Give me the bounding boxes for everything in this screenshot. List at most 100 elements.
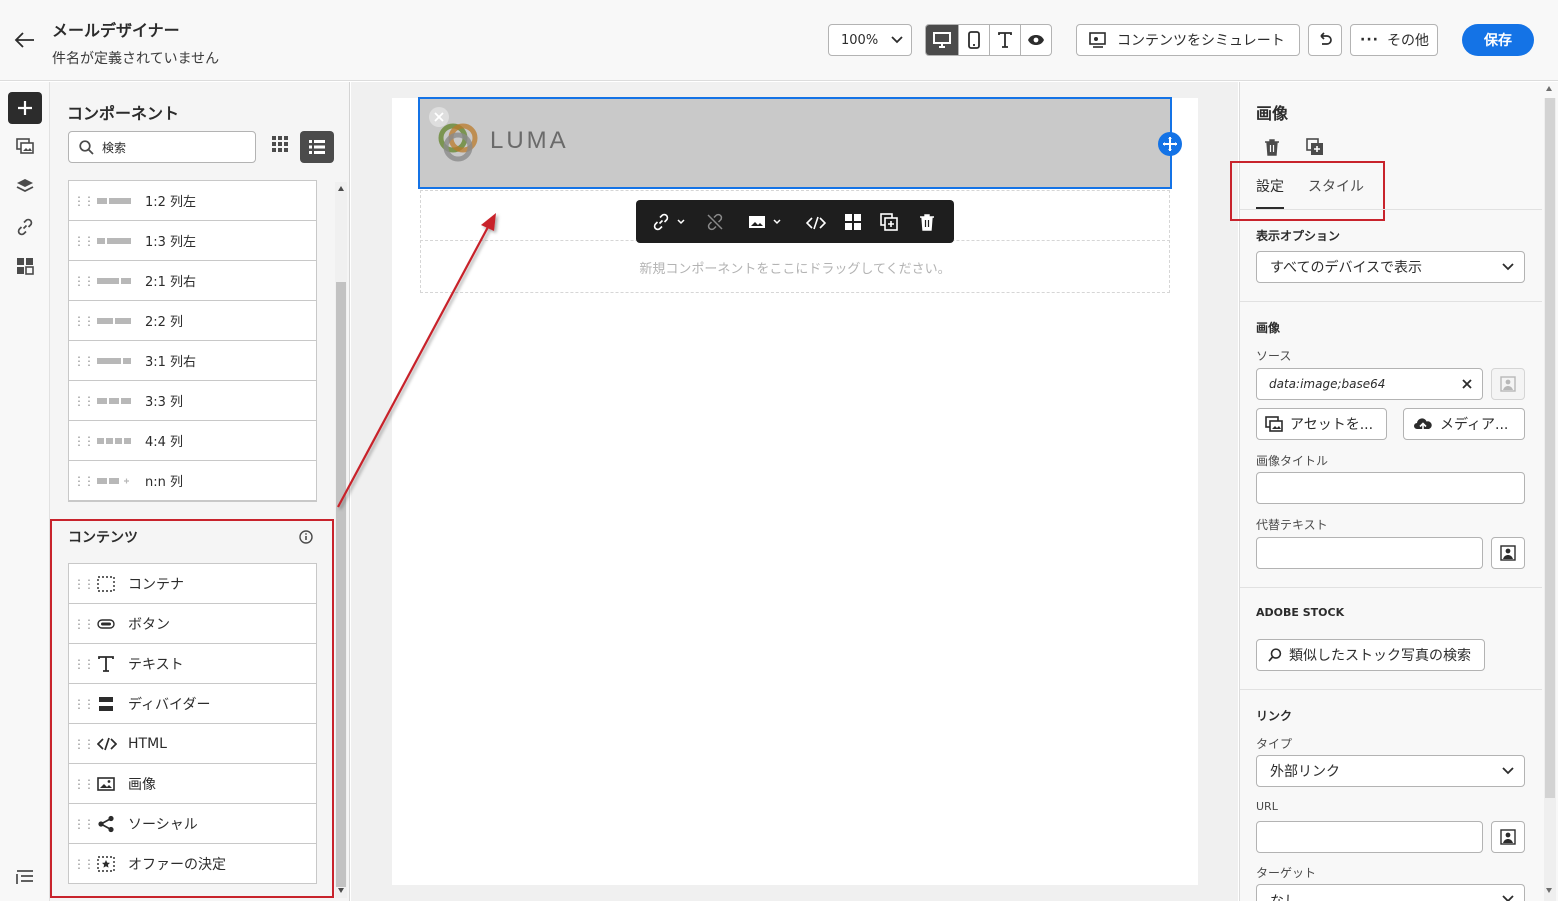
media-button-label: メディア... [1440, 417, 1509, 433]
layout-item[interactable]: ⋮⋮ 3:3 列 [68, 380, 317, 421]
list-view-button[interactable] [300, 131, 334, 163]
drag-handle-icon[interactable]: ⋮⋮ [69, 857, 97, 871]
scroll-down-arrow[interactable] [338, 888, 344, 893]
drag-handle-icon[interactable]: ⋮⋮ [69, 234, 97, 248]
search-input[interactable]: 検索 [68, 131, 256, 163]
drag-handle-icon[interactable]: ⋮⋮ [69, 434, 97, 448]
image-title-input[interactable] [1256, 472, 1525, 504]
layout-item[interactable]: ⋮⋮ 1:2 列左 [68, 180, 317, 221]
content-item-html[interactable]: ⋮⋮ HTML [68, 723, 317, 764]
content-item-text[interactable]: ⋮⋮ テキスト [68, 643, 317, 684]
target-select[interactable]: なし [1256, 884, 1525, 901]
stock-search-button[interactable]: 類似したストック写真の検索 [1256, 639, 1485, 671]
drag-handle-icon[interactable]: ⋮⋮ [69, 817, 97, 831]
layout-item[interactable]: ⋮⋮ 2:1 列右 [68, 260, 317, 301]
layout-item[interactable]: ⋮⋮ 4:4 列 [68, 420, 317, 461]
save-button[interactable]: 保存 [1462, 24, 1534, 56]
layout-item[interactable]: ⋮⋮ n:n 列 [68, 460, 317, 501]
drag-handle-icon[interactable]: ⋮⋮ [69, 474, 97, 488]
luma-logo-icon [436, 121, 480, 169]
save-as-fragment-icon[interactable] [844, 213, 862, 235]
layout-label: 3:3 列 [145, 395, 184, 410]
fragments-icon[interactable] [16, 257, 34, 279]
tab-settings[interactable]: 設定 [1256, 176, 1284, 196]
info-icon[interactable] [299, 529, 313, 548]
drag-handle-icon[interactable]: ⋮⋮ [69, 354, 97, 368]
scroll-up-arrow[interactable] [338, 186, 344, 191]
content-item-image[interactable]: ⋮⋮ 画像 [68, 763, 317, 804]
scroll-up-arrow[interactable] [1546, 86, 1552, 91]
panel-scrollbar[interactable] [1544, 98, 1556, 901]
code-icon[interactable] [805, 215, 827, 234]
source-field[interactable]: data:image;base64 [1256, 368, 1483, 400]
scroll-down-arrow[interactable] [1546, 888, 1552, 893]
delete-icon[interactable] [919, 213, 935, 235]
drag-handle-icon[interactable]: ⋮⋮ [69, 737, 97, 751]
preview-button[interactable] [1020, 25, 1051, 55]
upload-media-button[interactable]: メディア... [1403, 408, 1525, 440]
drag-handle-icon[interactable]: ⋮⋮ [69, 617, 97, 631]
contents-title: コンテンツ [68, 530, 138, 546]
tab-style[interactable]: スタイル [1308, 176, 1364, 196]
collapse-panel-icon[interactable] [16, 868, 34, 890]
content-item-divider[interactable]: ⋮⋮ ディバイダー [68, 683, 317, 724]
display-options-select[interactable]: すべてのデバイスで表示 [1256, 251, 1525, 283]
drag-handle-icon[interactable]: ⋮⋮ [69, 697, 97, 711]
assets-rail-icon[interactable] [16, 138, 34, 158]
drag-handle-icon[interactable]: ⋮⋮ [69, 657, 97, 671]
text-icon [998, 32, 1013, 48]
clear-icon[interactable] [1462, 379, 1472, 389]
content-item-offer-decision[interactable]: ⋮⋮ オファーの決定 [68, 843, 317, 884]
undo-button[interactable] [1308, 24, 1342, 56]
zoom-select[interactable]: 100% [828, 24, 912, 56]
more-button[interactable]: ··· その他 [1350, 24, 1438, 56]
remove-block-icon[interactable] [429, 107, 449, 127]
selected-image-block[interactable]: LUMA [418, 97, 1172, 189]
layout-item[interactable]: ⋮⋮ 3:1 列右 [68, 340, 317, 381]
grid-view-button[interactable] [271, 135, 289, 157]
url-personalize-button[interactable] [1491, 821, 1525, 853]
link-icon[interactable] [16, 218, 34, 240]
add-block-icon[interactable] [1158, 132, 1182, 156]
type-label: タイプ [1256, 737, 1293, 751]
drag-handle-icon[interactable]: ⋮⋮ [69, 314, 97, 328]
link-dropdown-button[interactable] [652, 213, 686, 231]
drag-handle-icon[interactable]: ⋮⋮ [69, 194, 97, 208]
content-item-button[interactable]: ⋮⋮ ボタン [68, 603, 317, 644]
trash-icon[interactable] [1264, 138, 1280, 160]
back-arrow-icon[interactable] [14, 30, 36, 50]
drag-handle-icon[interactable]: ⋮⋮ [69, 777, 97, 791]
drag-handle-icon[interactable]: ⋮⋮ [69, 274, 97, 288]
adobe-stock-label: ADOBE STOCK [1256, 606, 1345, 619]
page-title: メールデザイナー [52, 21, 180, 40]
column-layout-icon [97, 357, 131, 364]
duplicate-icon[interactable] [1306, 138, 1324, 160]
select-assets-button[interactable]: アセットを... [1256, 408, 1387, 440]
text-view-button[interactable] [989, 25, 1020, 55]
column-layout-icon [97, 277, 131, 284]
content-item-social[interactable]: ⋮⋮ ソーシャル [68, 803, 317, 844]
layout-item[interactable]: ⋮⋮ 2:2 列 [68, 300, 317, 341]
alt-text-input[interactable] [1256, 537, 1483, 569]
layout-item[interactable]: ⋮⋮ 1:3 列左 [68, 220, 317, 261]
column-layout-icon [97, 397, 131, 404]
drag-handle-icon[interactable]: ⋮⋮ [69, 394, 97, 408]
desktop-view-button[interactable] [926, 25, 958, 55]
alt-text-personalize-button[interactable] [1491, 537, 1525, 569]
image-dropdown-button[interactable] [748, 214, 784, 230]
layout-label: 4:4 列 [145, 435, 184, 450]
content-item-container[interactable]: ⋮⋮ コンテナ [68, 563, 317, 604]
drag-handle-icon[interactable]: ⋮⋮ [69, 577, 97, 591]
link-type-select[interactable]: 外部リンク [1256, 755, 1525, 787]
add-components-button[interactable] [8, 92, 42, 124]
content-label: テキスト [128, 656, 184, 673]
components-title: コンポーネント [67, 104, 180, 123]
duplicate-icon[interactable] [880, 213, 898, 235]
unlink-icon[interactable] [706, 213, 724, 235]
mobile-view-button[interactable] [957, 25, 990, 55]
url-input[interactable] [1256, 821, 1483, 853]
simulate-content-button[interactable]: コンテンツをシミュレート [1076, 24, 1300, 56]
source-picker-button[interactable] [1491, 368, 1525, 400]
layers-icon[interactable] [16, 178, 34, 198]
scrollbar-thumb[interactable] [1545, 98, 1555, 798]
